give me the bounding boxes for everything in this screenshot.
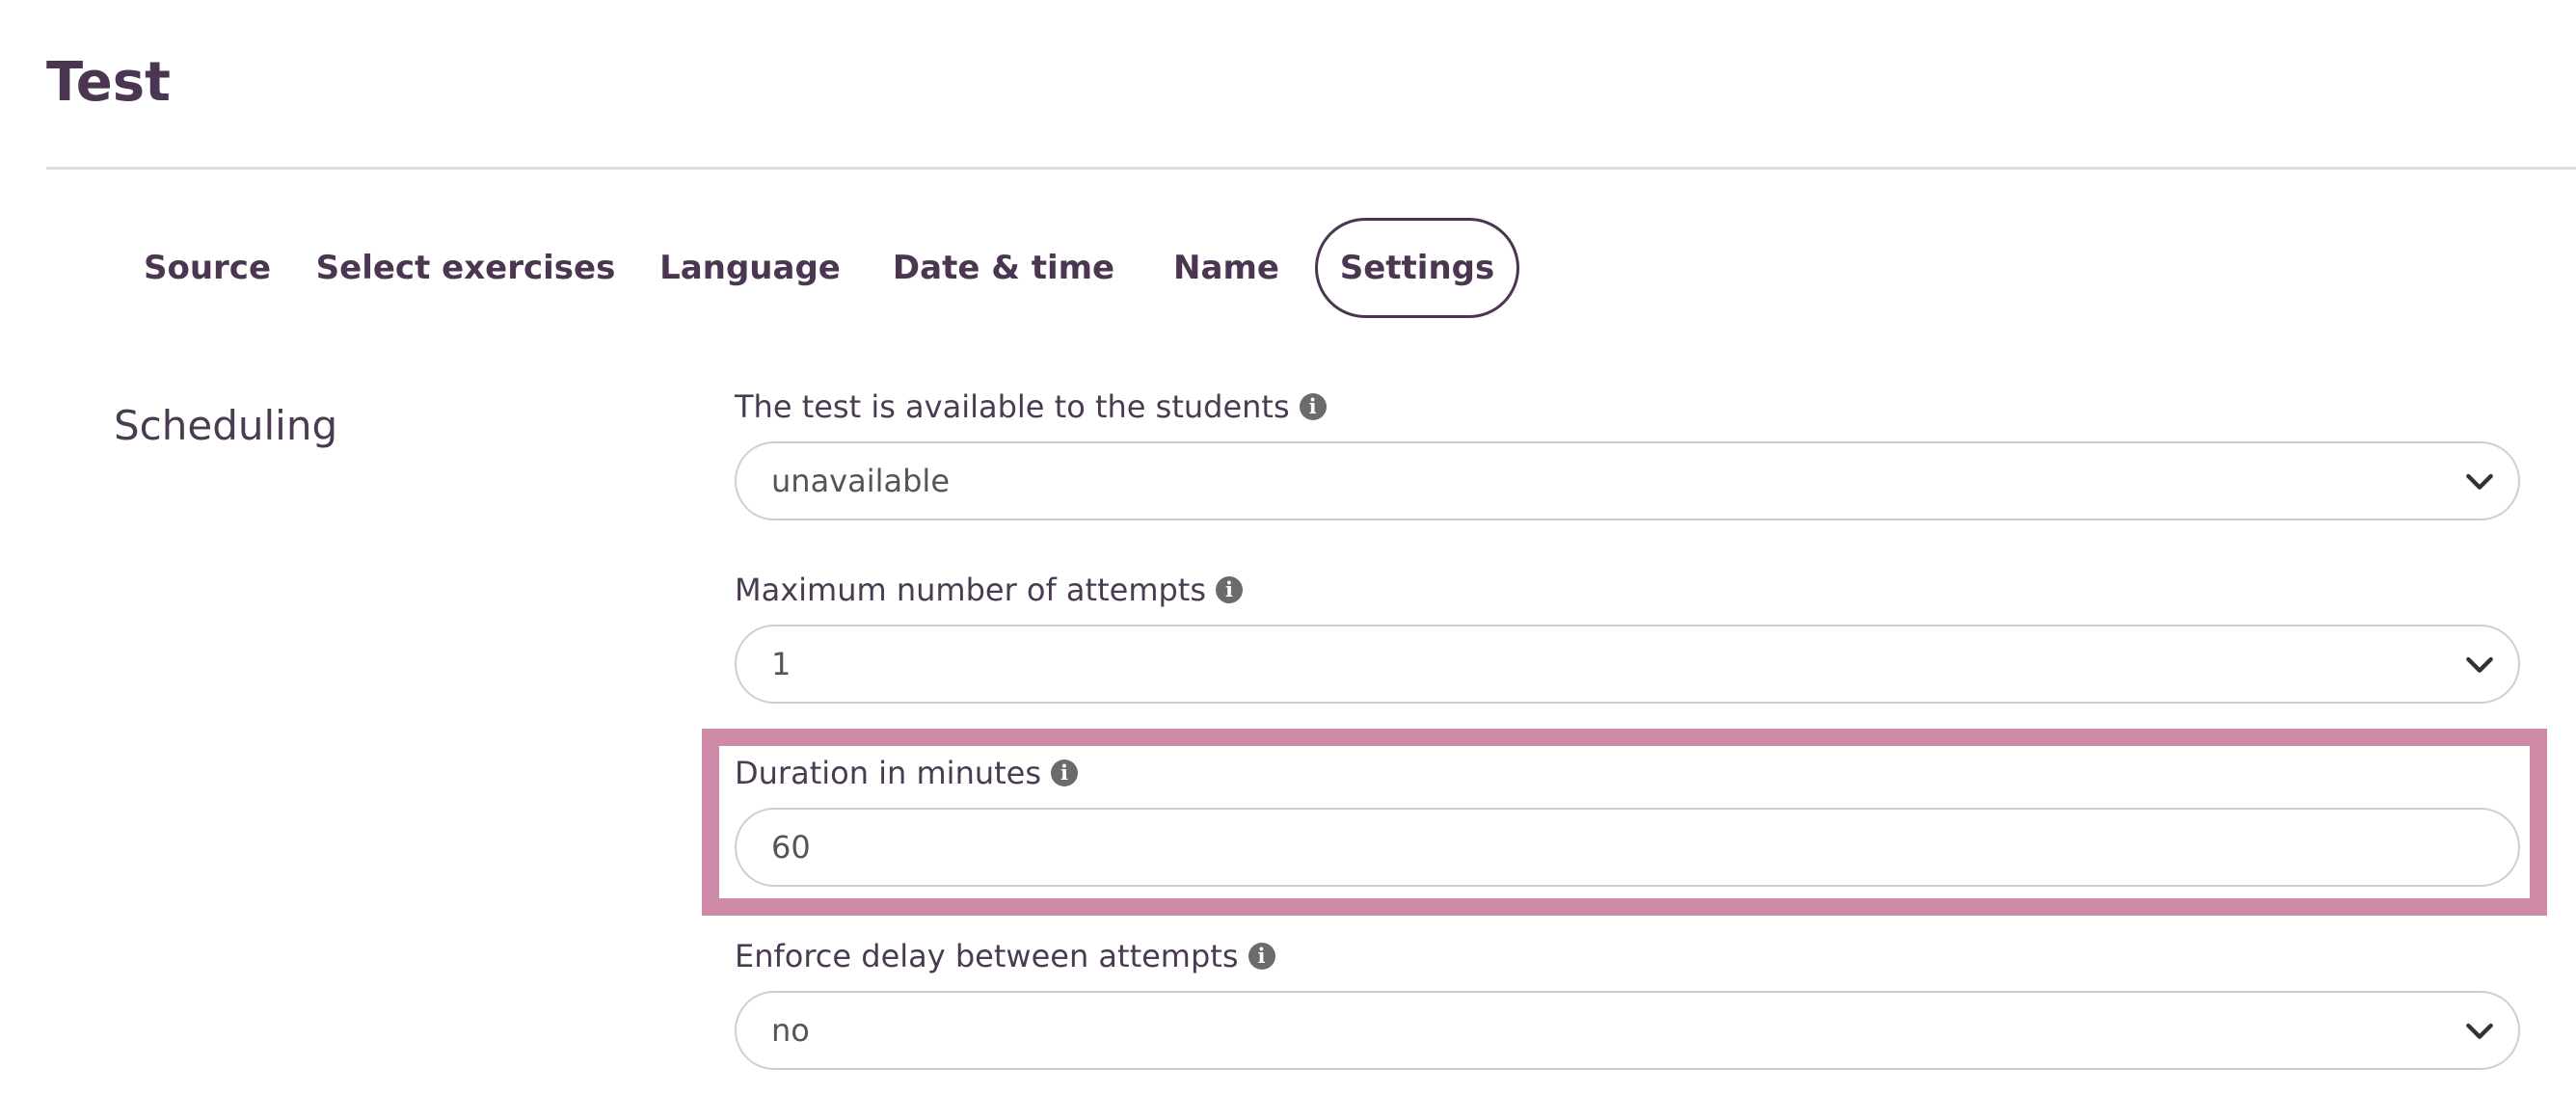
header-divider: [46, 167, 2576, 170]
enforce-delay-label: Enforce delay between attempts i: [735, 941, 1275, 972]
chevron-down-icon: [2466, 1023, 2493, 1039]
enforce-delay-select[interactable]: no: [735, 991, 2520, 1070]
availability-label-text: The test is available to the students: [735, 388, 1290, 425]
enforce-delay-select-value: no: [771, 1012, 810, 1049]
tab-name[interactable]: Name: [1159, 218, 1294, 318]
tab-date-time[interactable]: Date & time: [893, 218, 1114, 318]
wizard-tabs: Source Select exercises Language Date & …: [0, 218, 1543, 318]
max-attempts-select-value: 1: [771, 646, 792, 682]
duration-label: Duration in minutes i: [735, 755, 1079, 791]
availability-select[interactable]: unavailable: [735, 441, 2520, 520]
chevron-down-icon: [2466, 473, 2493, 490]
duration-input[interactable]: 60: [735, 808, 2520, 887]
enforce-delay-label-text: Enforce delay between attempts: [735, 938, 1239, 974]
availability-label: The test is available to the students i: [735, 391, 1327, 422]
duration-input-value: 60: [771, 829, 811, 866]
max-attempts-select[interactable]: 1: [735, 625, 2520, 704]
max-attempts-label: Maximum number of attempts i: [735, 572, 1244, 608]
info-icon[interactable]: i: [1248, 943, 1275, 970]
duration-label-text: Duration in minutes: [735, 755, 1042, 791]
info-icon[interactable]: i: [1299, 393, 1327, 420]
tab-source[interactable]: Source: [133, 218, 282, 318]
info-icon[interactable]: i: [1216, 576, 1244, 603]
availability-select-value: unavailable: [771, 463, 950, 499]
section-scheduling-label: Scheduling: [114, 402, 338, 449]
max-attempts-label-text: Maximum number of attempts: [735, 572, 1207, 608]
tab-select-exercises[interactable]: Select exercises: [316, 218, 616, 318]
info-icon[interactable]: i: [1051, 760, 1079, 786]
page-title: Test: [46, 51, 171, 114]
chevron-down-icon: [2466, 656, 2493, 673]
tab-language[interactable]: Language: [654, 218, 846, 318]
tab-settings[interactable]: Settings: [1315, 218, 1519, 318]
